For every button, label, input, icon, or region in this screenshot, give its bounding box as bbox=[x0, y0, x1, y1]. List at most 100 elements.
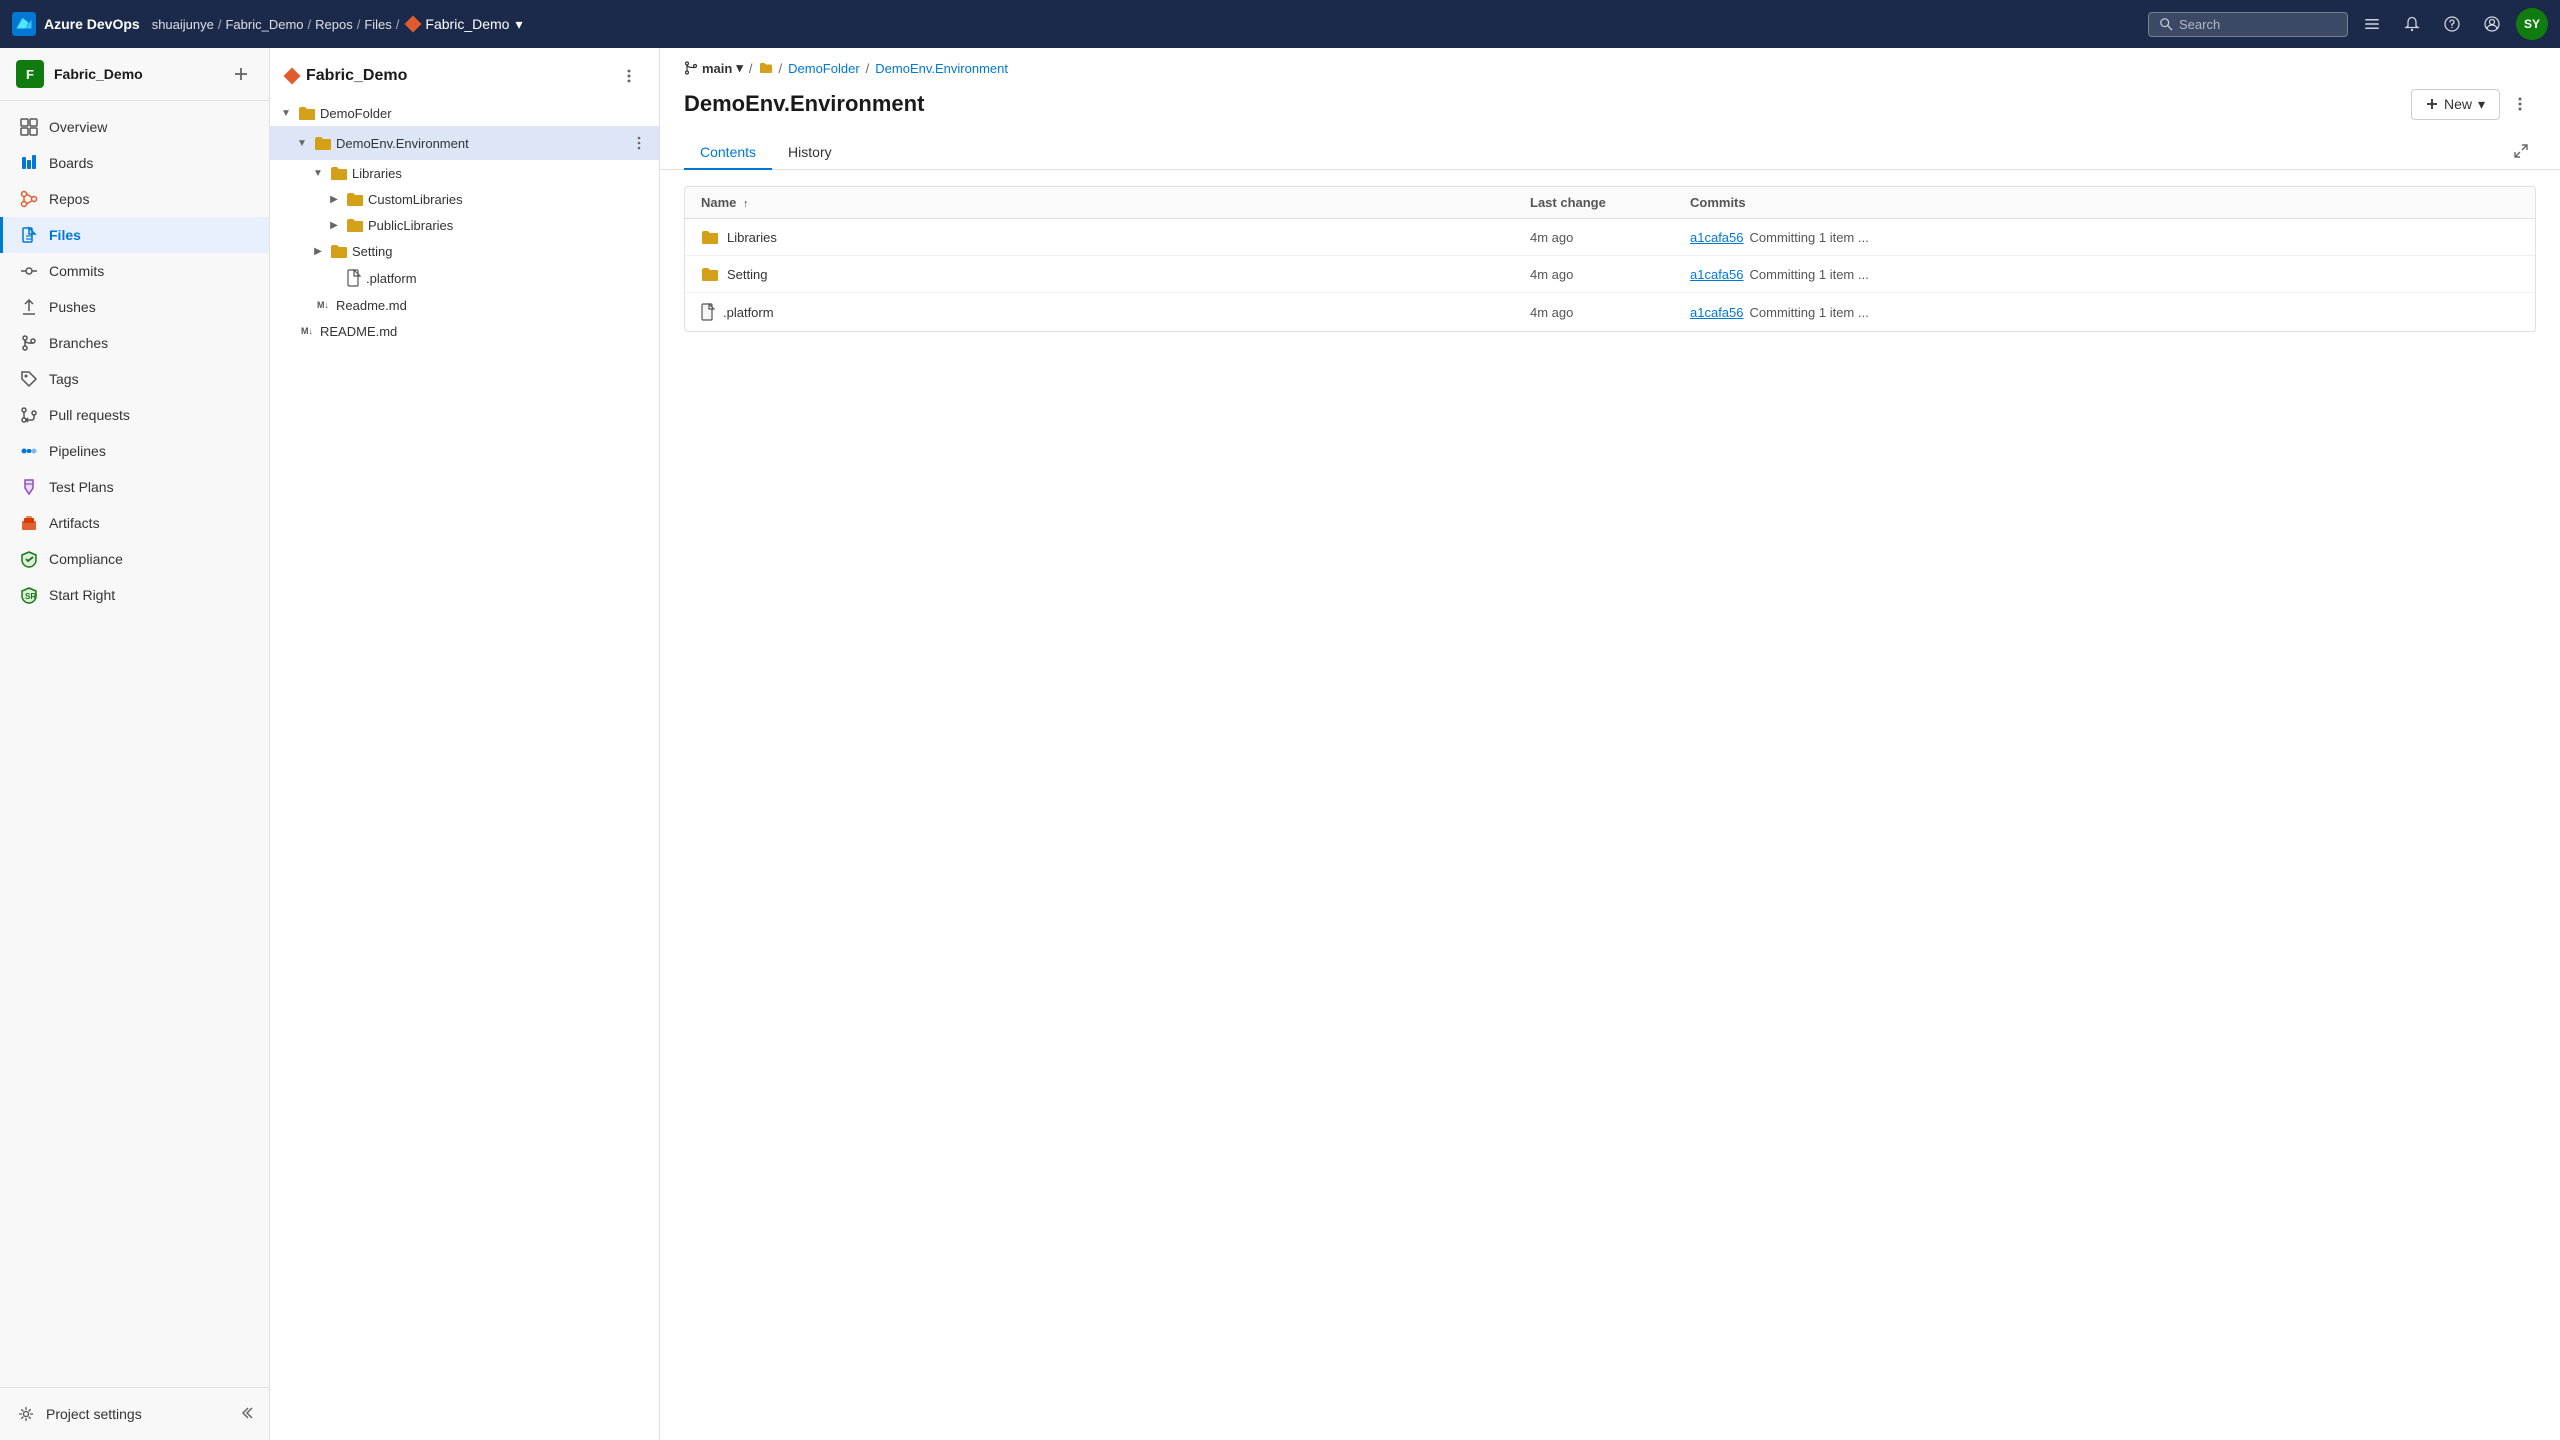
breadcrumb-shuaijunye[interactable]: shuaijunye bbox=[152, 17, 214, 32]
tree-item-publiclibraries[interactable]: ▶ PublicLibraries bbox=[270, 212, 659, 238]
sidebar-item-boards[interactable]: Boards bbox=[0, 145, 269, 181]
file-name-link[interactable]: .platform bbox=[723, 305, 774, 320]
content-more-button[interactable] bbox=[2504, 88, 2536, 120]
sort-arrow: ↑ bbox=[743, 198, 749, 210]
sidebar-item-compliance[interactable]: Compliance bbox=[0, 541, 269, 577]
sidebar-item-files-label: Files bbox=[49, 227, 81, 243]
account-icon-btn[interactable] bbox=[2476, 8, 2508, 40]
sidebar-item-branches-label: Branches bbox=[49, 335, 108, 351]
commit-hash-link[interactable]: a1cafa56 bbox=[1690, 267, 1744, 282]
filetree-header: Fabric_Demo bbox=[270, 48, 659, 100]
expand-view-button[interactable] bbox=[2506, 136, 2536, 169]
sidebar-item-boards-label: Boards bbox=[49, 155, 93, 171]
sidebar: F Fabric_Demo Overview bbox=[0, 48, 270, 1440]
breadcrumb-files[interactable]: Files bbox=[364, 17, 391, 32]
topnav-logo[interactable]: Azure DevOps bbox=[12, 12, 140, 36]
sidebar-nav: Overview Boards bbox=[0, 101, 269, 621]
testplans-icon bbox=[19, 477, 39, 497]
topnav: Azure DevOps shuaijunye / Fabric_Demo / … bbox=[0, 0, 2560, 48]
sidebar-item-repos-label: Repos bbox=[49, 191, 89, 207]
tab-history[interactable]: History bbox=[772, 136, 848, 170]
file-doc-icon bbox=[701, 303, 715, 321]
sidebar-item-pushes[interactable]: Pushes bbox=[0, 289, 269, 325]
sidebar-item-pullrequests[interactable]: Pull requests bbox=[0, 397, 269, 433]
expand-arrow: ▼ bbox=[278, 105, 294, 121]
artifacts-icon bbox=[19, 513, 39, 533]
tree-item-demofolder[interactable]: ▼ DemoFolder bbox=[270, 100, 659, 126]
new-button[interactable]: New ▾ bbox=[2411, 89, 2500, 120]
svg-text:SR: SR bbox=[25, 592, 36, 601]
sidebar-item-pipelines-label: Pipelines bbox=[49, 443, 106, 459]
branch-dropdown-icon: ▾ bbox=[736, 60, 743, 76]
topnav-search[interactable]: Search bbox=[2148, 12, 2348, 37]
sidebar-item-branches[interactable]: Branches bbox=[0, 325, 269, 361]
collapse-btn[interactable] bbox=[239, 1406, 253, 1423]
table-row-setting[interactable]: Setting 4m ago a1cafa56 Committing 1 ite… bbox=[685, 256, 2535, 293]
sidebar-item-pullrequests-label: Pull requests bbox=[49, 407, 130, 423]
tree-item-more-button[interactable] bbox=[627, 131, 651, 155]
sidebar-item-testplans[interactable]: Test Plans bbox=[0, 469, 269, 505]
sidebar-item-commits[interactable]: Commits bbox=[0, 253, 269, 289]
user-avatar[interactable]: SY bbox=[2516, 8, 2548, 40]
tree-item-demoenv[interactable]: ▼ DemoEnv.Environment bbox=[270, 126, 659, 160]
sidebar-item-files[interactable]: Files bbox=[0, 217, 269, 253]
help-icon-btn[interactable] bbox=[2436, 8, 2468, 40]
commit-msg: Committing 1 item ... bbox=[1750, 230, 1869, 245]
last-change-cell: 4m ago bbox=[1530, 230, 1690, 245]
sidebar-item-pipelines[interactable]: Pipelines bbox=[0, 433, 269, 469]
tab-contents[interactable]: Contents bbox=[684, 136, 772, 170]
tags-icon bbox=[19, 369, 39, 389]
settings-icon-btn[interactable] bbox=[2356, 8, 2388, 40]
filetree-repo-name: Fabric_Demo bbox=[306, 67, 607, 85]
tree-item-readmemd2[interactable]: ▶ M↓ README.md bbox=[270, 318, 659, 344]
expand-arrow: ▶ bbox=[326, 191, 342, 207]
sidebar-item-artifacts[interactable]: Artifacts bbox=[0, 505, 269, 541]
sidebar-item-startright[interactable]: SR Start Right bbox=[0, 577, 269, 613]
folder-icon bbox=[701, 229, 719, 245]
sidebar-header: F Fabric_Demo bbox=[0, 48, 269, 101]
branch-icon bbox=[684, 61, 698, 75]
tree-item-publiclibraries-label: PublicLibraries bbox=[368, 218, 453, 233]
filetree-more-button[interactable] bbox=[615, 62, 643, 90]
notification-icon-btn[interactable] bbox=[2396, 8, 2428, 40]
folder-breadcrumb-icon bbox=[759, 61, 773, 75]
project-settings-icon bbox=[16, 1404, 36, 1424]
project-settings-item[interactable]: Project settings bbox=[0, 1396, 269, 1432]
tree-item-platform-label: .platform bbox=[366, 271, 417, 286]
commit-hash-link[interactable]: a1cafa56 bbox=[1690, 305, 1744, 320]
file-name-link[interactable]: Setting bbox=[727, 267, 767, 282]
compliance-icon bbox=[19, 549, 39, 569]
folder-icon bbox=[346, 217, 364, 233]
tree-item-readmemd[interactable]: ▶ M↓ Readme.md bbox=[270, 292, 659, 318]
folder-icon bbox=[314, 135, 332, 151]
tree-item-libraries[interactable]: ▼ Libraries bbox=[270, 160, 659, 186]
tree-item-setting-label: Setting bbox=[352, 244, 392, 259]
branch-selector[interactable]: main ▾ bbox=[684, 60, 743, 76]
sidebar-item-overview-label: Overview bbox=[49, 119, 107, 135]
table-row-libraries[interactable]: Libraries 4m ago a1cafa56 Committing 1 i… bbox=[685, 219, 2535, 256]
breadcrumb-demofolder[interactable]: DemoFolder bbox=[788, 61, 860, 76]
breadcrumb-fabricdemo[interactable]: Fabric_Demo bbox=[225, 17, 303, 32]
tree-item-customlibraries[interactable]: ▶ CustomLibraries bbox=[270, 186, 659, 212]
topnav-current-repo[interactable]: Fabric_Demo ▾ bbox=[407, 16, 522, 33]
file-name-link[interactable]: Libraries bbox=[727, 230, 777, 245]
commit-hash-link[interactable]: a1cafa56 bbox=[1690, 230, 1744, 245]
tree-item-setting[interactable]: ▶ Setting bbox=[270, 238, 659, 264]
commit-msg: Committing 1 item ... bbox=[1750, 305, 1869, 320]
overview-icon bbox=[19, 117, 39, 137]
sidebar-item-repos[interactable]: Repos bbox=[0, 181, 269, 217]
breadcrumb-demoenv[interactable]: DemoEnv.Environment bbox=[875, 61, 1008, 76]
tree-item-demofolder-label: DemoFolder bbox=[320, 106, 392, 121]
breadcrumb-repos[interactable]: Repos bbox=[315, 17, 353, 32]
pipelines-icon bbox=[19, 441, 39, 461]
add-project-button[interactable] bbox=[229, 62, 253, 86]
table-row-platform[interactable]: .platform 4m ago a1cafa56 Committing 1 i… bbox=[685, 293, 2535, 331]
sidebar-item-tags[interactable]: Tags bbox=[0, 361, 269, 397]
expand-arrow: ▼ bbox=[294, 135, 310, 151]
folder-icon bbox=[330, 243, 348, 259]
breadcrumb-nav: main ▾ / / DemoFolder / DemoEnv.Environm… bbox=[684, 60, 2536, 76]
sidebar-item-overview[interactable]: Overview bbox=[0, 109, 269, 145]
tree-item-platform[interactable]: ▶ .platform bbox=[270, 264, 659, 292]
branches-icon bbox=[19, 333, 39, 353]
project-icon: F bbox=[16, 60, 44, 88]
